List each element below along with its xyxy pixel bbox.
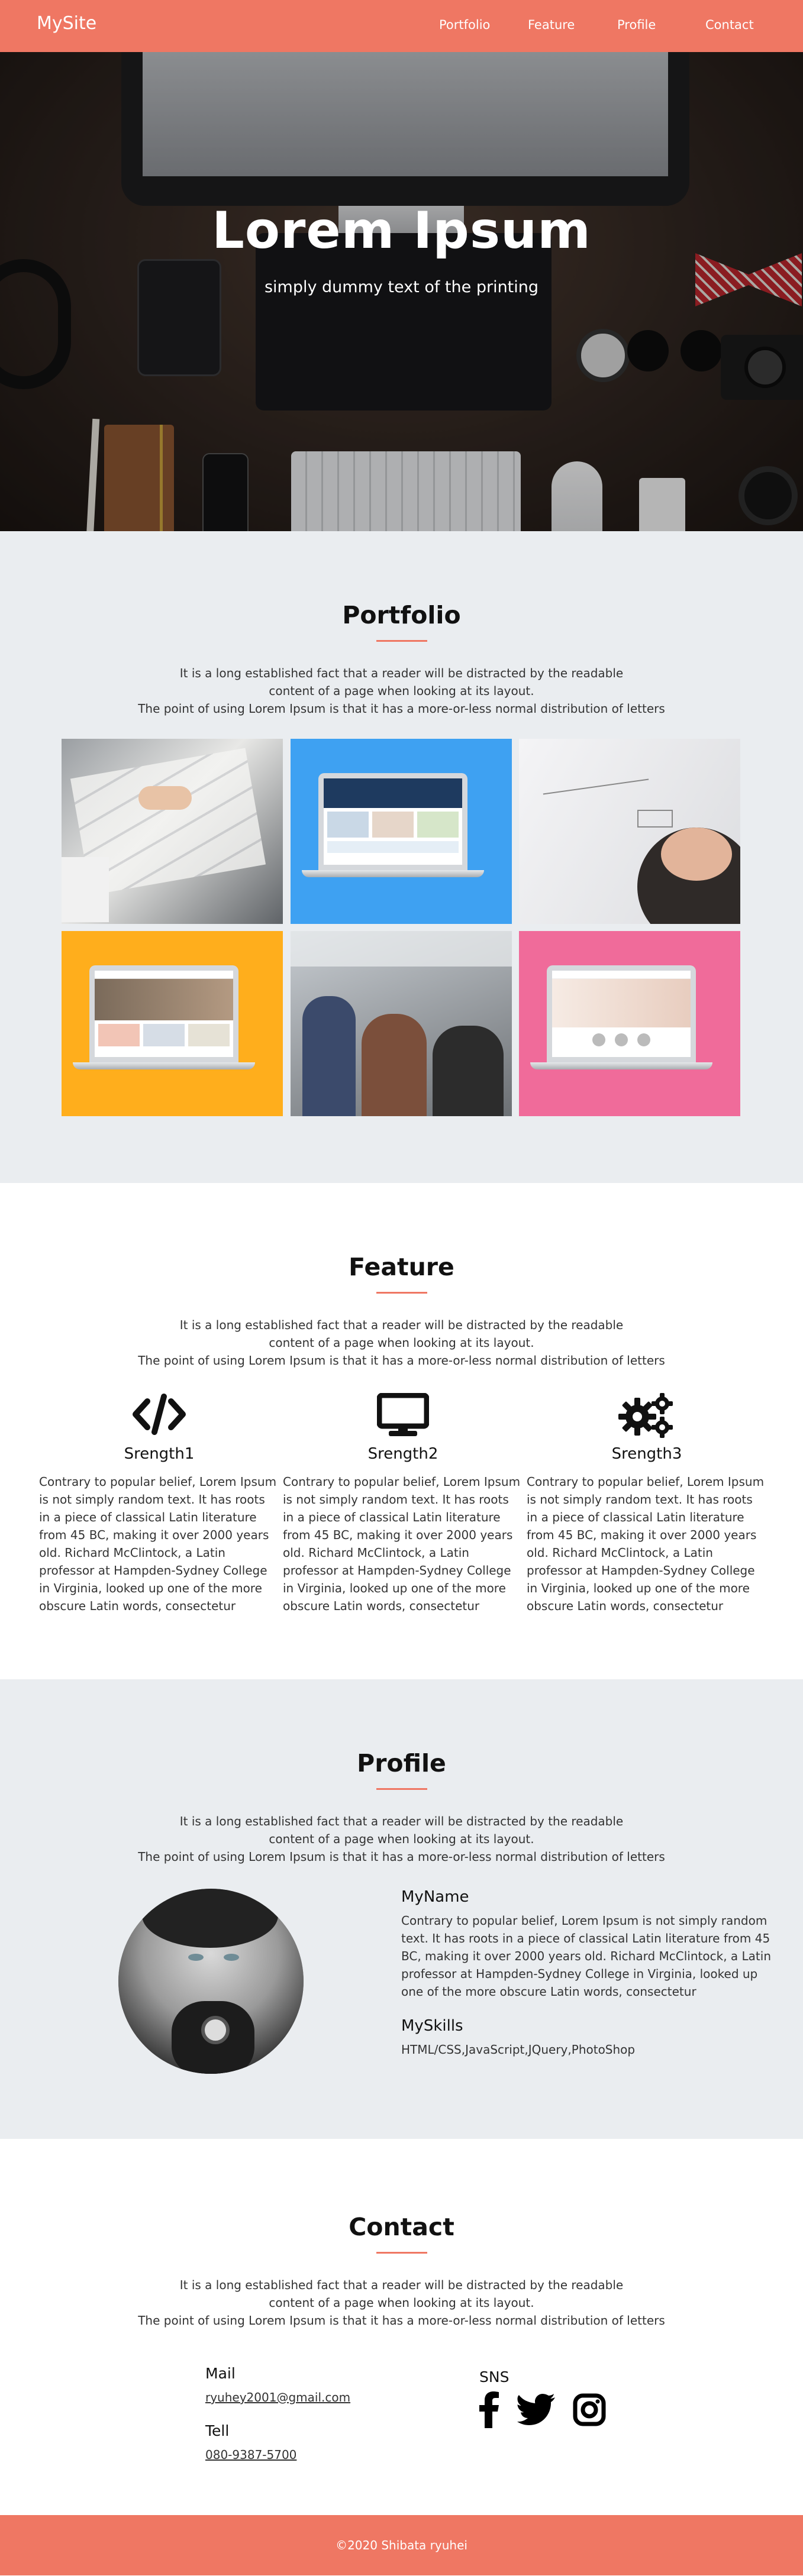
sns-block: SNS [479, 2368, 606, 2430]
contact-section: Contact It is a long established fact th… [0, 2139, 803, 2515]
window-image [291, 931, 512, 967]
intro-line: It is a long established fact that a rea… [179, 1814, 624, 1828]
hero-banner: Lorem Ipsum simply dummy text of the pri… [0, 52, 803, 531]
hand-image [138, 786, 192, 810]
skills-heading: MySkills [401, 2017, 463, 2035]
mail-link[interactable]: ryuhey2001@gmail.com [205, 2390, 350, 2404]
avatar [118, 1889, 304, 2074]
person-image [433, 1026, 504, 1116]
site-logo[interactable]: MySite [37, 13, 96, 34]
feature-text: Contrary to popular belief, Lorem Ipsum … [283, 1475, 521, 1613]
feature-title: Srength2 [367, 1445, 438, 1463]
intro-line: It is a long established fact that a rea… [179, 666, 624, 680]
intro-line: content of a page when looking at its la… [269, 2296, 534, 2310]
portfolio-section: Portfolio It is a long established fact … [0, 531, 803, 1183]
intro-line: content of a page when looking at its la… [269, 1832, 534, 1846]
feature-title: Srength1 [124, 1445, 195, 1463]
contact-title: Contact [349, 2213, 454, 2241]
intro-line: The point of using Lorem Ipsum is that i… [138, 2313, 665, 2328]
portfolio-tile[interactable] [62, 931, 283, 1116]
feature-text: Contrary to popular belief, Lorem Ipsum … [39, 1475, 277, 1613]
laptop-image [302, 773, 484, 877]
feature-section: Feature It is a long established fact th… [0, 1183, 803, 1679]
person-image [362, 1014, 427, 1116]
portfolio-tile[interactable] [291, 931, 512, 1116]
person-image [302, 996, 356, 1116]
nav-feature[interactable]: Feature [528, 18, 575, 32]
code-icon [131, 1393, 188, 1438]
twitter-icon[interactable] [517, 2394, 555, 2428]
intro-line: The point of using Lorem Ipsum is that i… [138, 1850, 665, 1864]
gears-icon [617, 1393, 676, 1440]
laptop-image [73, 965, 255, 1069]
nav-profile[interactable]: Profile [617, 18, 656, 32]
instagram-icon[interactable] [573, 2393, 606, 2429]
profile-title: Profile [357, 1749, 446, 1777]
intro-line: The point of using Lorem Ipsum is that i… [138, 1353, 665, 1368]
hero-subtitle: simply dummy text of the printing [264, 278, 539, 296]
feature-text: Contrary to popular belief, Lorem Ipsum … [527, 1475, 765, 1613]
title-underline [376, 2252, 427, 2254]
sleeve-image [62, 857, 109, 922]
sns-icons [479, 2391, 606, 2430]
portfolio-tile[interactable] [291, 739, 512, 924]
feature-title: Srength3 [611, 1445, 682, 1463]
tell-link[interactable]: 080-9387-5700 [205, 2448, 350, 2462]
title-underline [376, 1788, 427, 1790]
site-header: MySite Portfolio Feature Profile Contact [0, 0, 803, 52]
hero-title: Lorem Ipsum [212, 201, 591, 260]
laptop-image [530, 965, 712, 1069]
feature-intro: It is a long established fact that a rea… [0, 1316, 803, 1369]
site-footer: ©2020 Shibata ryuhei [0, 2515, 803, 2575]
intro-line: The point of using Lorem Ipsum is that i… [138, 702, 665, 716]
profile-intro: It is a long established fact that a rea… [0, 1812, 803, 1866]
desktop-icon [376, 1392, 430, 1440]
whiteboard-drawing [543, 778, 649, 795]
sns-label: SNS [479, 2368, 509, 2386]
title-underline [376, 640, 427, 642]
intro-line: content of a page when looking at its la… [269, 1336, 534, 1350]
nav-portfolio[interactable]: Portfolio [439, 18, 490, 32]
tell-label: Tell [205, 2422, 230, 2439]
intro-line: content of a page when looking at its la… [269, 684, 534, 698]
contact-intro: It is a long established fact that a rea… [0, 2276, 803, 2329]
profile-details: MyName Contrary to popular belief, Lorem… [401, 1888, 775, 2058]
portfolio-tile[interactable] [519, 739, 740, 924]
contact-info: Mail ryuhey2001@gmail.com Tell 080-9387-… [205, 2365, 350, 2462]
title-underline [376, 1292, 427, 1294]
intro-line: It is a long established fact that a rea… [179, 1318, 624, 1332]
portfolio-title: Portfolio [342, 601, 461, 629]
nav-contact[interactable]: Contact [705, 18, 754, 32]
mail-label: Mail [205, 2365, 236, 2382]
face-image [661, 828, 732, 881]
intro-line: It is a long established fact that a rea… [179, 2278, 624, 2292]
whiteboard-drawing [637, 810, 673, 828]
profile-section: Profile It is a long established fact th… [0, 1679, 803, 2139]
portfolio-tile[interactable] [519, 931, 740, 1116]
name-heading: MyName [401, 1888, 469, 1906]
skills-list: HTML/CSS,JavaScript,JQuery,PhotoShop [401, 2042, 636, 2057]
profile-bio: Contrary to popular belief, Lorem Ipsum … [401, 1914, 771, 1999]
copyright-text: ©2020 Shibata ryuhei [336, 2538, 467, 2552]
portfolio-intro: It is a long established fact that a rea… [0, 664, 803, 717]
portfolio-tile[interactable] [62, 739, 283, 924]
facebook-icon[interactable] [479, 2391, 499, 2430]
feature-title: Feature [349, 1253, 454, 1281]
